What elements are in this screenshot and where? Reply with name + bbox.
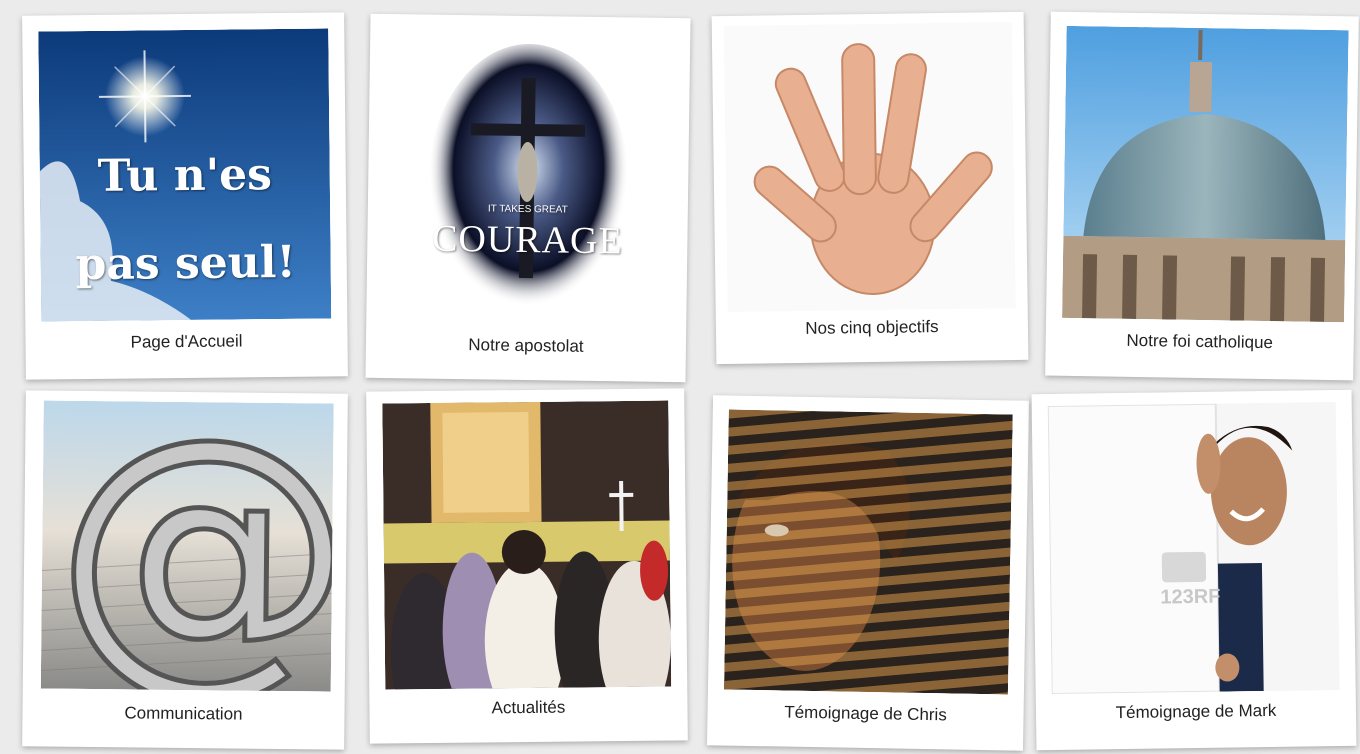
open-hand-photo: [723, 22, 1016, 312]
image-text-big: COURAGE: [431, 217, 624, 263]
cross-courage-photo: IT TAKES GREAT COURAGE: [382, 30, 675, 324]
tile-caption: Témoignage de Mark: [1115, 700, 1277, 723]
svg-text:@: @: [52, 401, 333, 692]
tile-actualites[interactable]: Actualités: [366, 388, 688, 744]
worship-crowd-photo: [382, 400, 672, 690]
tile-caption: Actualités: [491, 697, 566, 718]
sky-sun-photo: Tu n'es pas seul!: [38, 28, 332, 322]
man-shadow-photo: [723, 409, 1013, 695]
tile-caption: Page d'Accueil: [130, 331, 243, 352]
at-sign-photo: @: [40, 400, 334, 692]
tile-caption: Notre foi catholique: [1126, 330, 1274, 353]
tile-page-accueil[interactable]: Tu n'es pas seul! Page d'Accueil: [22, 12, 348, 380]
tile-notre-foi-catholique[interactable]: Notre foi catholique: [1045, 11, 1359, 381]
image-text-line2: pas seul!: [75, 236, 297, 291]
tile-caption: Notre apostolat: [468, 335, 584, 356]
tile-temoignage-mark[interactable]: 123RF Témoignage de Mark: [1031, 389, 1357, 751]
tile-nos-cinq-objectifs[interactable]: Nos cinq objectifs: [711, 11, 1029, 365]
man-peeking-photo: 123RF: [1047, 402, 1340, 694]
tile-temoignage-chris[interactable]: Témoignage de Chris: [706, 395, 1030, 751]
tile-notre-apostolat[interactable]: IT TAKES GREAT COURAGE Notre apostolat: [365, 13, 691, 383]
tile-caption: Témoignage de Chris: [784, 702, 947, 725]
basilica-dome-photo: [1062, 25, 1349, 323]
image-text-line1: Tu n'es: [97, 149, 273, 202]
tile-communication[interactable]: @ Communication: [22, 390, 348, 750]
watermark-label: 123RF: [1160, 585, 1221, 609]
tile-caption: Communication: [124, 703, 243, 724]
tile-caption: Nos cinq objectifs: [805, 317, 939, 338]
